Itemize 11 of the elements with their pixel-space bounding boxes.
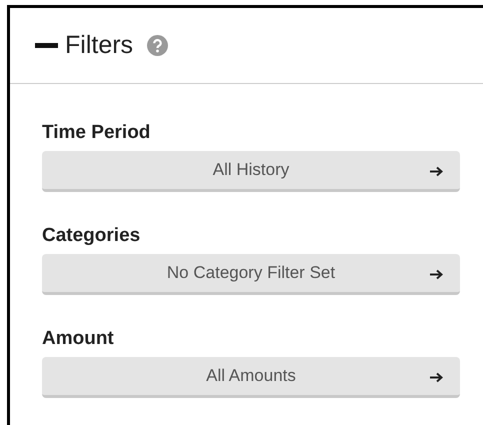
filter-label: Categories [42,225,142,247]
filter-button[interactable]: All History [42,151,460,192]
help-icon[interactable] [147,35,168,56]
arrow-icon [430,372,444,383]
panel-title: Filters [65,31,134,60]
filter-label: Time Period [42,122,152,144]
arrow-icon [430,269,444,280]
arrow-icon [430,166,444,177]
filter-label: Amount [42,328,115,350]
filter-button[interactable]: All Amounts [42,357,460,398]
filter-button[interactable]: No Category Filter Set [42,254,460,295]
